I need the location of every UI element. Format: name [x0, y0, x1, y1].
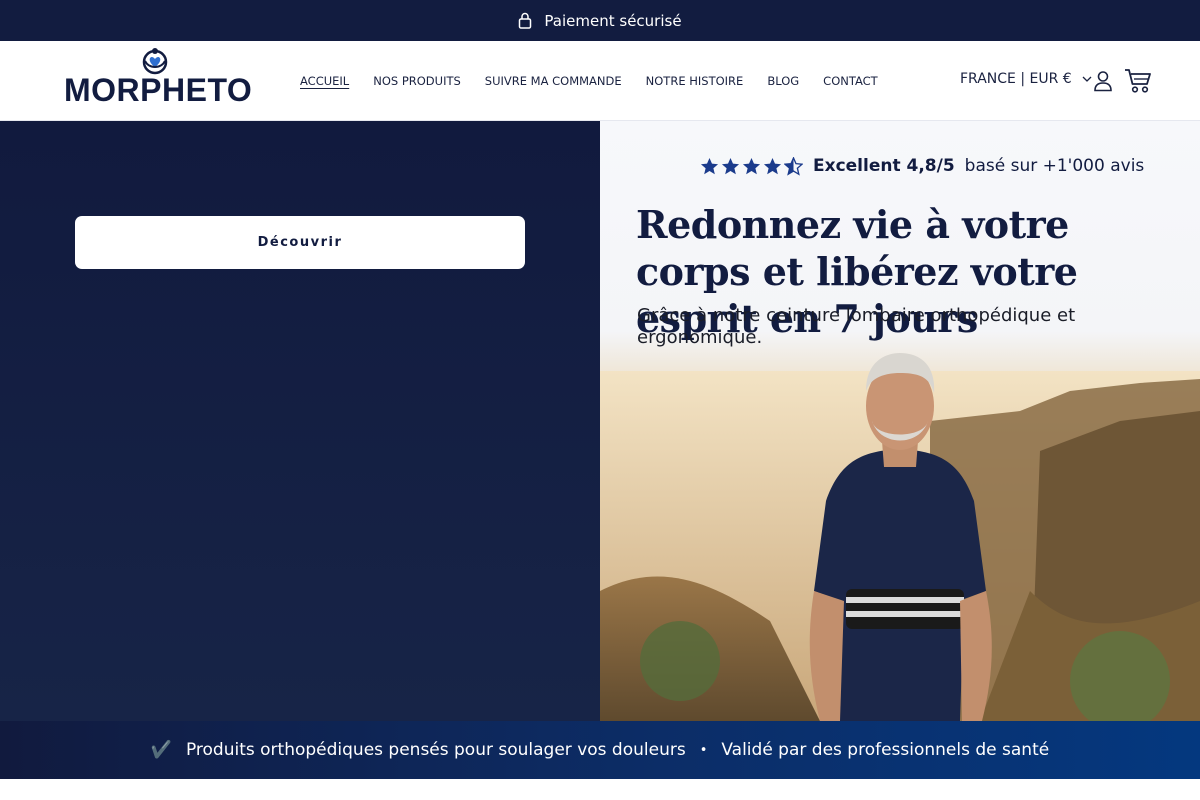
nav-item-nos-produits[interactable]: NOS PRODUITS	[373, 73, 461, 89]
trust-bar: ✔️ Produits orthopédiques pensés pour so…	[0, 721, 1200, 779]
account-icon[interactable]	[1093, 70, 1113, 92]
half-star-icon	[784, 156, 803, 176]
cart-icon[interactable]	[1124, 68, 1152, 94]
nav-item-suivre-ma-commande[interactable]: SUIVRE MA COMMANDE	[485, 73, 622, 89]
rating-score: Excellent 4,8/5	[813, 156, 955, 176]
site-header: MORPHETO ACCUEIL NOS PRODUITS SUIVRE MA …	[0, 41, 1200, 121]
locale-label: FRANCE | EUR €	[960, 71, 1072, 87]
star-icon	[763, 157, 782, 174]
announcement-text: Paiement sécurisé	[544, 11, 682, 30]
check-icon: ✔️	[150, 740, 172, 760]
separator-dot: •	[699, 742, 708, 758]
logo-text: MORPHETO	[64, 72, 253, 108]
logo-mark-icon	[142, 48, 168, 75]
star-icon	[742, 157, 761, 174]
hero-subline: Grâce à notre ceinture lombaire orthopéd…	[637, 305, 1076, 348]
rating-suffix: basé sur +1'000 avis	[964, 156, 1145, 176]
trust-text-left: Produits orthopédiques pensés pour soula…	[185, 740, 686, 760]
chevron-down-icon	[1082, 76, 1092, 82]
star-icon	[700, 157, 719, 174]
logo[interactable]: MORPHETO	[64, 47, 253, 108]
hero-banner: Excellent 4,8/5 basé sur +1'000 avis Red…	[600, 121, 1200, 721]
lock-icon	[519, 12, 532, 29]
main-nav: ACCUEIL NOS PRODUITS SUIVRE MA COMMANDE …	[300, 73, 902, 89]
hero-left-panel: Découvrir	[0, 121, 600, 721]
nav-item-contact[interactable]: CONTACT	[823, 73, 878, 89]
announcement-bar: Paiement sécurisé	[0, 0, 1200, 41]
locale-selector[interactable]: FRANCE | EUR €	[960, 71, 1092, 87]
star-icon	[721, 157, 740, 174]
next-section-peek	[0, 779, 1200, 800]
rating-badge: Excellent 4,8/5 basé sur +1'000 avis	[700, 156, 1144, 176]
trust-text-right: Validé par des professionnels de santé	[721, 740, 1050, 760]
discover-button[interactable]: Découvrir	[75, 216, 525, 269]
nav-item-blog[interactable]: BLOG	[767, 73, 799, 89]
star-rating	[700, 156, 803, 176]
nav-item-accueil[interactable]: ACCUEIL	[300, 73, 349, 89]
nav-item-notre-histoire[interactable]: NOTRE HISTOIRE	[646, 73, 744, 89]
